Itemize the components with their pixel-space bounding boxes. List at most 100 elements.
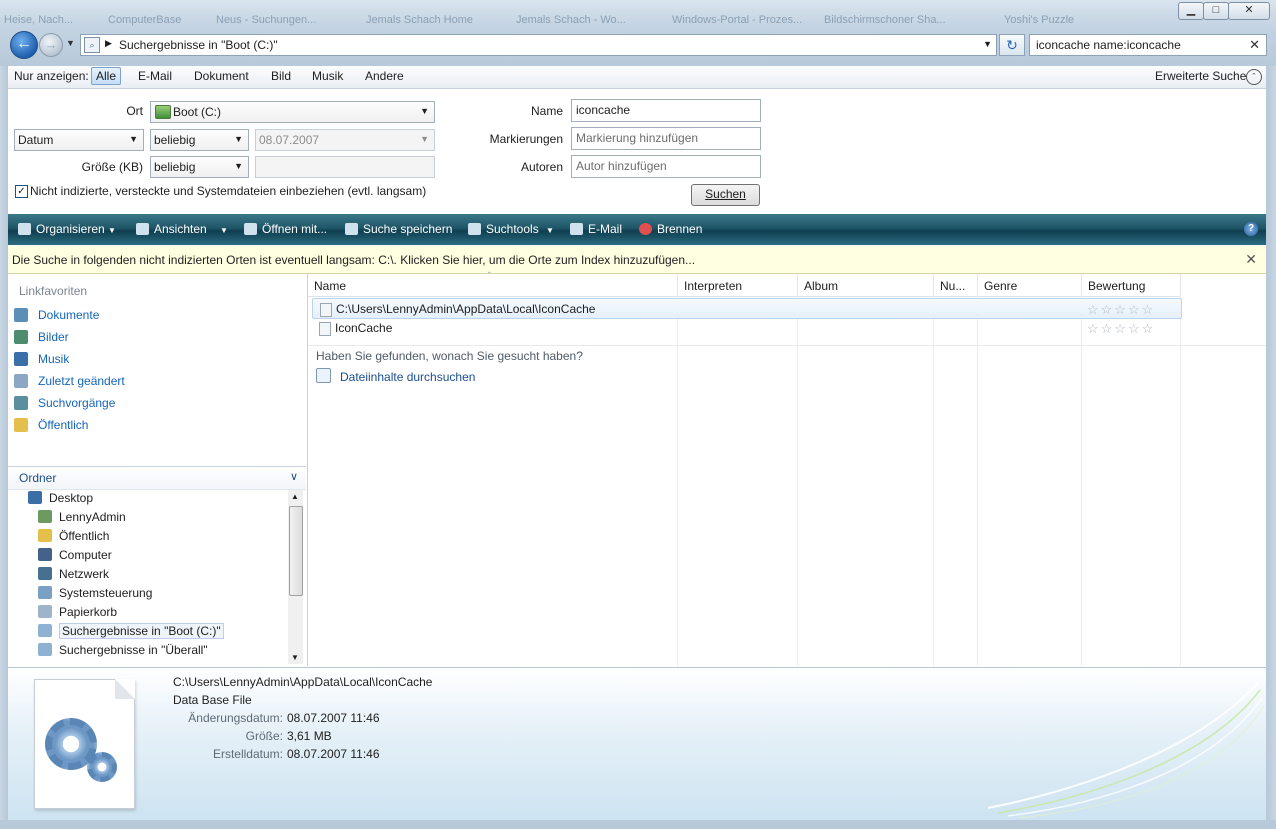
search-file-contents-link[interactable]: Dateiinhalte durchsuchen [316, 368, 475, 384]
back-button[interactable]: ← [10, 31, 38, 59]
email-icon [570, 223, 583, 235]
bg-tab: Jemals Schach - Wo... [516, 14, 626, 26]
tree-item[interactable]: Netzwerk [38, 567, 109, 585]
scroll-thumb[interactable] [289, 506, 303, 596]
tree-label: Suchergebnisse in "Boot (C:)" [59, 623, 224, 639]
history-dropdown[interactable]: ▼ [66, 38, 75, 48]
views-icon [136, 223, 149, 235]
filter-image[interactable]: Bild [271, 69, 291, 83]
navigation-pane: Linkfavoriten Dokumente Bilder Musik Zul… [8, 274, 308, 666]
pictures-icon [14, 330, 28, 344]
size-mode-select[interactable]: beliebig ▼ [150, 156, 249, 178]
save-search-button[interactable]: Suche speichern [345, 222, 452, 236]
desktop-icon [28, 491, 42, 504]
authors-label: Autoren [520, 160, 563, 174]
tree-item[interactable]: Suchergebnisse in "Boot (C:)" [38, 623, 224, 642]
rating-stars[interactable]: ☆☆☆☆☆ [1087, 321, 1155, 337]
checkmark-icon: ✓ [17, 186, 26, 197]
column-header-name[interactable]: Name ˆ [308, 271, 678, 297]
location-label: Ort [126, 104, 143, 118]
filter-bar: Nur anzeigen: Alle E-Mail Dokument Bild … [8, 66, 1266, 89]
search-button[interactable]: Suchen [691, 184, 760, 206]
breadcrumb-arrow-icon[interactable]: ▶ [105, 38, 112, 49]
close-button[interactable]: ✕ [1228, 2, 1270, 20]
size-label: Größe (KB) [81, 160, 143, 174]
close-icon[interactable]: ✕ [1245, 251, 1257, 268]
scroll-down-icon[interactable]: ▼ [291, 653, 299, 662]
column-header-rating[interactable]: Bewertung [1082, 274, 1181, 297]
include-system-files-checkbox[interactable]: ✓ [15, 185, 28, 198]
link-public[interactable]: Öffentlich [14, 418, 88, 438]
modified-value[interactable]: 08.07.2007 11:46 [287, 711, 380, 725]
created-value[interactable]: 08.07.2007 11:46 [287, 747, 380, 761]
filter-music[interactable]: Musik [312, 69, 343, 83]
address-bar[interactable]: ⌕ ▶ Suchergebnisse in "Boot (C:)" ▼ [80, 34, 997, 56]
authors-input[interactable]: Autor hinzufügen [571, 155, 761, 178]
scroll-up-icon[interactable]: ▲ [291, 492, 299, 501]
chevron-down-icon: ▼ [420, 134, 429, 144]
tree-scrollbar[interactable]: ▲ ▼ [288, 490, 303, 664]
filter-document[interactable]: Dokument [194, 69, 249, 83]
views-menu[interactable]: Ansichten ▼ [136, 222, 228, 236]
name-label: Name [530, 104, 563, 118]
link-recent[interactable]: Zuletzt geändert [14, 374, 125, 394]
location-select[interactable]: Boot (C:) ▼ [150, 101, 435, 123]
filter-other[interactable]: Andere [365, 69, 404, 83]
link-music[interactable]: Musik [14, 352, 69, 372]
file-list: Name ˆ Interpreten Album Nu... Genre Bewe… [308, 271, 1266, 666]
command-bar: Organisieren ▼ Ansichten ▼ Öffnen mit...… [8, 214, 1266, 245]
info-bar[interactable]: Die Suche in folgenden nicht indizierten… [8, 246, 1266, 274]
chevron-up-icon[interactable]: ˆ [1246, 69, 1262, 85]
column-header-genre[interactable]: Genre [978, 274, 1082, 297]
tags-input[interactable]: Markierung hinzufügen [571, 127, 761, 150]
window-frame-bottom [0, 820, 1276, 829]
open-with-button[interactable]: Öffnen mit... [244, 222, 327, 236]
date-type-select[interactable]: Datum ▼ [14, 129, 144, 151]
maximize-button[interactable]: □ [1203, 2, 1229, 20]
search-tools-menu[interactable]: Suchtools ▼ [468, 222, 554, 236]
advanced-search-link[interactable]: Erweiterte Suche [1155, 69, 1246, 83]
link-pictures[interactable]: Bilder [14, 330, 69, 350]
folders-header[interactable]: Ordner ∨ [8, 466, 306, 490]
organize-menu[interactable]: Organisieren ▼ [18, 222, 116, 236]
list-item[interactable]: IconCache ☆☆☆☆☆ [312, 318, 1180, 337]
tree-item[interactable]: Suchergebnisse in "Überall" [38, 643, 208, 661]
tree-item[interactable]: Computer [38, 548, 112, 566]
search-contents-icon [316, 368, 331, 383]
tree-item[interactable]: LennyAdmin [38, 510, 126, 528]
chevron-down-icon[interactable]: ▼ [983, 39, 992, 49]
clear-search-icon[interactable]: ✕ [1249, 37, 1260, 53]
name-input[interactable]: iconcache [571, 99, 761, 122]
tree-label: Computer [59, 548, 112, 562]
filter-all[interactable]: Alle [91, 67, 122, 85]
search-folder-icon [38, 643, 52, 656]
link-searches[interactable]: Suchvorgänge [14, 396, 115, 416]
refresh-button[interactable]: ↻ [999, 34, 1025, 56]
info-bar-text: Die Suche in folgenden nicht indizierten… [12, 253, 696, 267]
link-documents[interactable]: Dokumente [14, 308, 99, 328]
date-mode-select[interactable]: beliebig ▼ [150, 129, 249, 151]
list-item[interactable]: C:\Users\LennyAdmin\AppData\Local\IconCa… [312, 298, 1182, 319]
tree-item[interactable]: Papierkorb [38, 605, 117, 623]
search-input[interactable]: iconcache name:iconcache ✕ [1029, 34, 1267, 56]
tree-item[interactable]: Öffentlich [38, 529, 109, 547]
email-button[interactable]: E-Mail [570, 222, 622, 236]
tree-item[interactable]: Systemsteuerung [38, 586, 152, 604]
tree-item[interactable]: Desktop [28, 491, 93, 509]
rating-stars[interactable]: ☆☆☆☆☆ [1087, 302, 1155, 318]
column-header-album[interactable]: Album [798, 274, 934, 297]
link-label: Dateiinhalte durchsuchen [340, 370, 476, 384]
chevron-down-icon: ∨ [289, 471, 298, 483]
help-icon[interactable]: ? [1244, 222, 1258, 236]
control-panel-icon [38, 586, 52, 599]
burn-button[interactable]: Brennen [639, 222, 702, 236]
column-header-artists[interactable]: Interpreten [678, 274, 798, 297]
tags-label: Markierungen [489, 132, 563, 146]
filter-email[interactable]: E-Mail [138, 69, 172, 83]
forward-button[interactable]: → [39, 33, 63, 57]
minimize-button[interactable]: ▁ [1178, 2, 1204, 20]
burn-icon [639, 223, 652, 235]
column-header-number[interactable]: Nu... [934, 274, 978, 297]
page-fold [115, 679, 135, 699]
tree-label: Netzwerk [59, 567, 110, 581]
